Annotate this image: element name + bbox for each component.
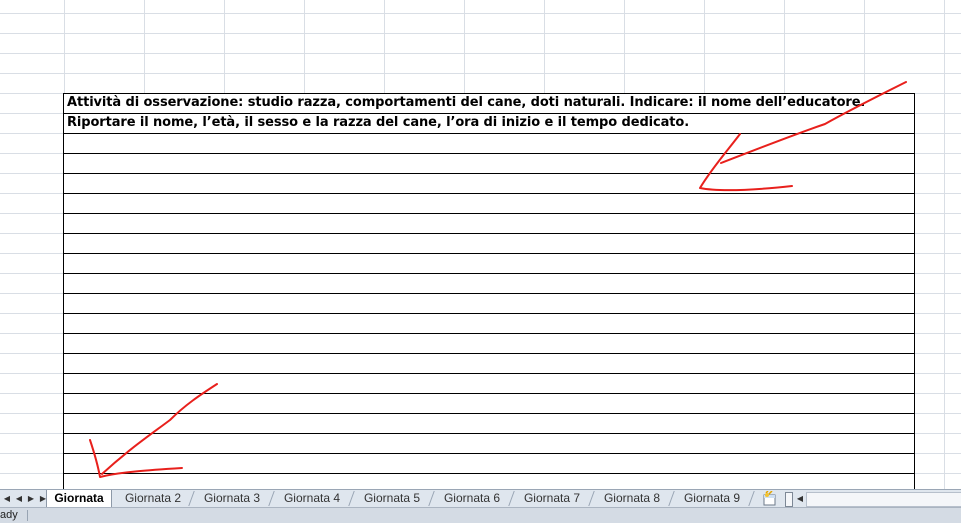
blank-form-row[interactable] <box>64 454 914 474</box>
sheet-tab-bar: ◀ ◀ ▶ ▶ Giornata Giornata 2 Giornata 3 G… <box>0 489 961 508</box>
blank-form-row[interactable] <box>64 434 914 454</box>
tab-giornata[interactable]: Giornata <box>46 490 112 508</box>
status-ready-text: ady <box>0 509 18 521</box>
blank-form-row[interactable] <box>64 174 914 194</box>
tab-label: Giornata 8 <box>603 491 661 505</box>
observation-form-table: Attività di osservazione: studio razza, … <box>63 93 915 490</box>
form-instruction-1: Attività di osservazione: studio razza, … <box>67 95 866 110</box>
tab-giornata-4[interactable]: Giornata 4 <box>277 490 347 507</box>
tab-separator <box>588 491 595 506</box>
blank-form-row[interactable] <box>64 234 914 254</box>
blank-form-row[interactable] <box>64 414 914 434</box>
blank-form-row[interactable] <box>64 294 914 314</box>
tab-giornata-6[interactable]: Giornata 6 <box>437 490 507 507</box>
tab-separator <box>188 491 195 506</box>
status-divider <box>27 510 28 521</box>
tab-separator <box>508 491 515 506</box>
tab-label: Giornata 3 <box>203 491 261 505</box>
tab-label: Giornata 6 <box>443 491 501 505</box>
blank-form-row[interactable] <box>64 394 914 414</box>
tab-giornata-7[interactable]: Giornata 7 <box>517 490 587 507</box>
tab-giornata-3[interactable]: Giornata 3 <box>197 490 267 507</box>
blank-form-row[interactable] <box>64 334 914 354</box>
blank-form-row[interactable] <box>64 314 914 334</box>
form-row-1[interactable]: Attività di osservazione: studio razza, … <box>64 94 914 114</box>
blank-form-row[interactable] <box>64 154 914 174</box>
tab-giornata-8[interactable]: Giornata 8 <box>597 490 667 507</box>
blank-form-row[interactable] <box>64 374 914 394</box>
blank-form-row[interactable] <box>64 134 914 154</box>
tab-label: Giornata 2 <box>124 491 182 505</box>
blank-form-row[interactable] <box>64 354 914 374</box>
tab-separator <box>428 491 435 506</box>
tab-giornata-label: Giornata <box>54 491 104 505</box>
form-instruction-2: Riportare il nome, l’età, il sesso e la … <box>67 115 690 130</box>
insert-worksheet-icon[interactable] <box>761 491 779 507</box>
tab-giornata-9[interactable]: Giornata 9 <box>677 490 747 507</box>
tab-label: Giornata 4 <box>283 491 341 505</box>
blank-form-row[interactable] <box>64 194 914 214</box>
blank-form-row[interactable] <box>64 214 914 234</box>
tab-giornata-5[interactable]: Giornata 5 <box>357 490 427 507</box>
tab-separator <box>268 491 275 506</box>
tab-label: Giornata 7 <box>523 491 581 505</box>
status-bar: ady <box>0 507 961 523</box>
tab-split-handle[interactable] <box>785 492 793 507</box>
tab-giornata-2[interactable]: Giornata 2 <box>118 490 188 507</box>
scroll-left-arrow-icon[interactable]: ◀ <box>795 492 805 506</box>
first-sheet-nav-icon[interactable]: ◀ <box>2 492 12 506</box>
tab-label: Giornata 9 <box>683 491 741 505</box>
tab-separator <box>348 491 355 506</box>
blank-form-row[interactable] <box>64 274 914 294</box>
form-row-2[interactable]: Riportare il nome, l’età, il sesso e la … <box>64 114 914 134</box>
prev-sheet-nav-icon[interactable]: ◀ <box>14 492 24 506</box>
tab-label: Giornata 5 <box>363 491 421 505</box>
next-sheet-nav-icon[interactable]: ▶ <box>26 492 36 506</box>
tab-separator <box>668 491 675 506</box>
blank-form-row[interactable] <box>64 254 914 274</box>
tab-separator <box>748 491 755 506</box>
horizontal-scrollbar[interactable] <box>806 492 961 507</box>
